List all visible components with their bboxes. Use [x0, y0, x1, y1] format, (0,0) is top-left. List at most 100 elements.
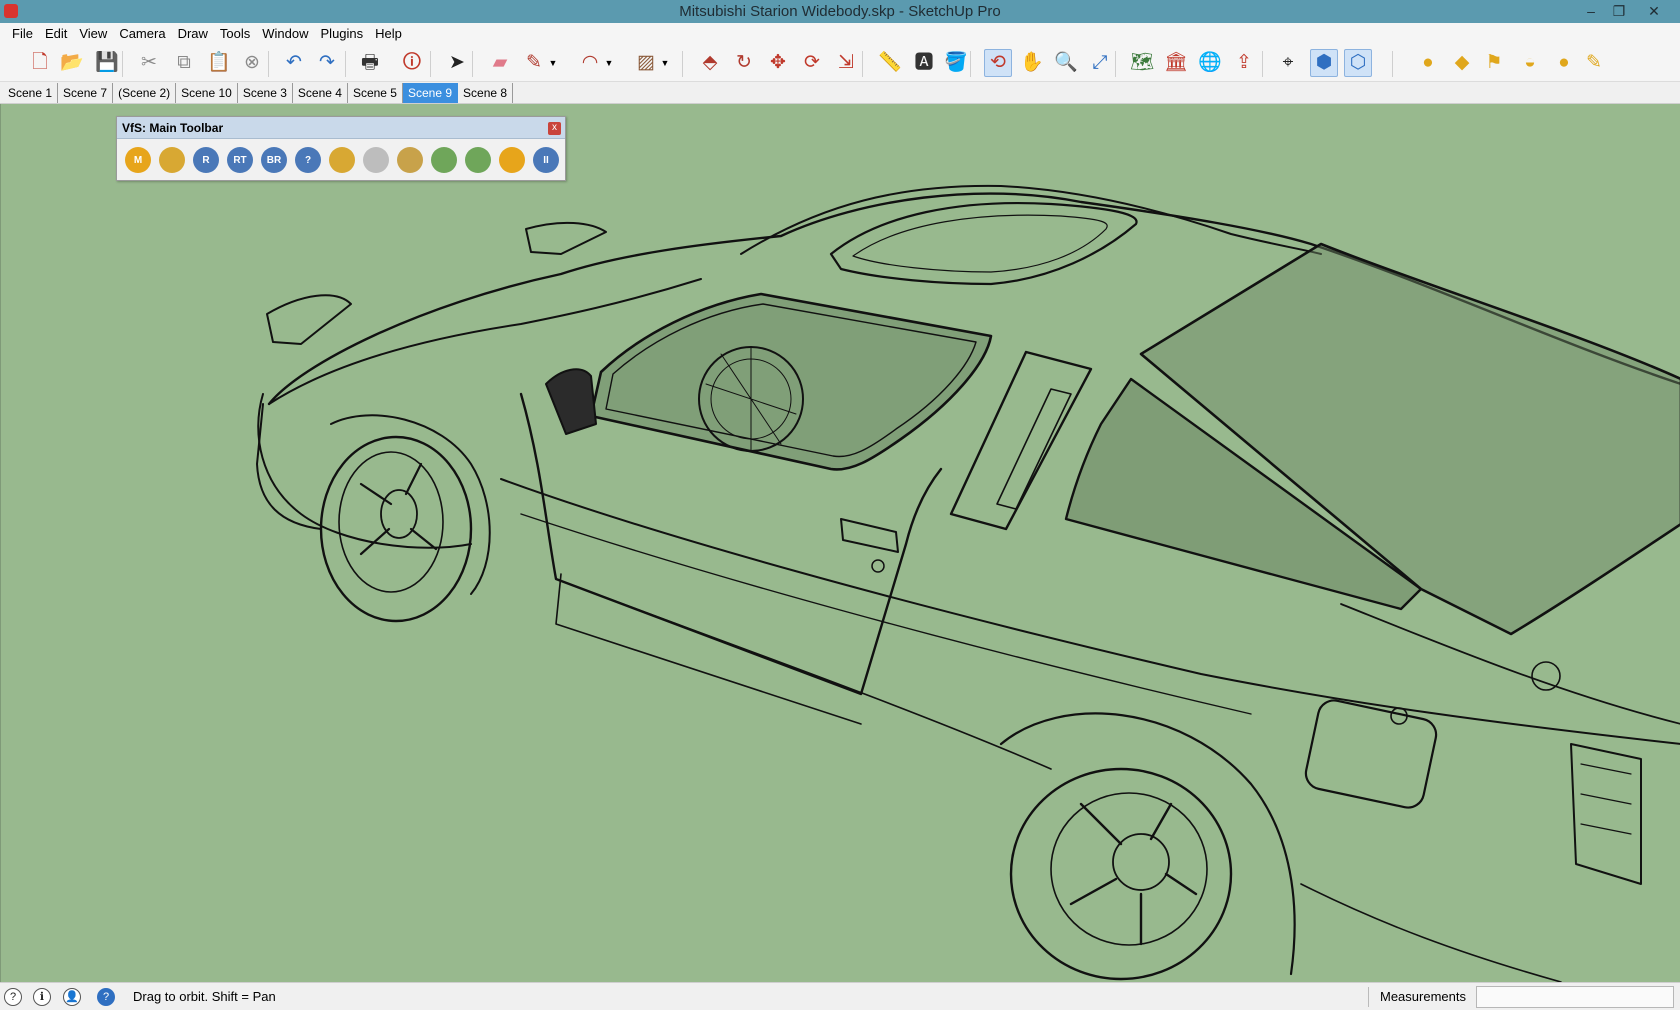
vfs-help-icon[interactable]: ?: [295, 147, 321, 173]
measurements-input[interactable]: [1476, 986, 1674, 1008]
select-icon[interactable]: ➤: [443, 49, 471, 77]
vfs-options-icon[interactable]: [329, 147, 355, 173]
vfs-batch-render-icon[interactable]: BR: [261, 147, 287, 173]
orbit-icon[interactable]: ⟲: [984, 49, 1012, 77]
text-tool-icon[interactable]: 🅰: [910, 49, 938, 77]
toolbar-separator: [472, 51, 473, 77]
dropdown-arrow-icon[interactable]: ▼: [660, 49, 670, 77]
rotate-icon[interactable]: ⟳: [798, 49, 826, 77]
toolbar-separator: [1115, 51, 1116, 77]
position-camera-icon[interactable]: ⌖: [1274, 49, 1302, 77]
tab-scene-2[interactable]: (Scene 2): [113, 83, 177, 103]
model-info-icon[interactable]: 🛈: [398, 49, 426, 77]
close-button[interactable]: ✕: [1641, 1, 1667, 21]
tab-scene-7[interactable]: Scene 7: [58, 83, 114, 103]
rear-hatch-glass: [1139, 242, 1680, 636]
vfs-target-icon[interactable]: [499, 147, 525, 173]
tab-scene-10[interactable]: Scene 10: [176, 83, 238, 103]
title-bar: Mitsubishi Starion Widebody.skp - Sketch…: [0, 0, 1680, 23]
vfs-proxy-import-icon[interactable]: [465, 147, 491, 173]
open-file-icon[interactable]: 📂: [58, 49, 86, 77]
instructor-icon[interactable]: ?: [97, 988, 115, 1006]
menu-view[interactable]: View: [73, 23, 113, 44]
vfs-main-toolbar[interactable]: VfS: Main Toolbar x M R RT BR? II: [116, 116, 566, 181]
geo-location-icon[interactable]: 🗺: [1128, 49, 1156, 77]
main-toolbar: 🗋 📂 💾 ✂ ⧉ 📋 ⊗ ↶ ↷ 🖶 🛈 ➤ ▰ ✎ ◠ ▨ ⬘ ↻ ✥ ⟳ ⇲ 📏 🅰 🪣 ⟲ ✋ 🔍 ⤢ 🗺 🏛 🌐 ⇪ ⌖ ⬢ ⬡ ● ◆ ⚑ ◒ ●…: [0, 44, 1680, 82]
dropdown-arrow-icon[interactable]: ▼: [604, 49, 614, 77]
eraser-icon[interactable]: ▰: [486, 49, 514, 77]
save-icon[interactable]: 💾: [93, 49, 121, 77]
car-model-drawing[interactable]: [1, 104, 1680, 982]
pencil-line-icon[interactable]: ✎: [520, 49, 548, 77]
vfs-render-icon[interactable]: R: [193, 147, 219, 173]
menu-draw[interactable]: Draw: [172, 23, 214, 44]
geo-location-status-icon[interactable]: ?: [4, 988, 22, 1006]
arc-icon[interactable]: ◠: [576, 49, 604, 77]
print-icon[interactable]: 🖶: [356, 49, 384, 77]
toolbar-separator: [862, 51, 863, 77]
zoom-extents-icon[interactable]: ⤢: [1086, 49, 1114, 77]
vfs-tag-icon[interactable]: [159, 147, 185, 173]
new-file-icon[interactable]: 🗋: [26, 49, 54, 77]
erase-selection-icon[interactable]: ⊗: [238, 49, 266, 77]
follow-me-icon[interactable]: ↻: [730, 49, 758, 77]
vfs-material-editor-icon[interactable]: M: [125, 147, 151, 173]
vfs-pause-icon[interactable]: II: [533, 147, 559, 173]
tab-scene-9[interactable]: Scene 9: [402, 83, 459, 103]
vfs-plane-icon[interactable]: [397, 147, 423, 173]
tab-scene-8[interactable]: Scene 8: [458, 83, 514, 103]
paint-icon[interactable]: ✎: [1580, 49, 1608, 77]
front-fender: [257, 393, 472, 549]
credits-icon[interactable]: ℹ: [33, 988, 51, 1006]
tail-light: [1570, 743, 1642, 885]
flag-icon[interactable]: ⚑: [1480, 49, 1508, 77]
view-top-icon[interactable]: ⬡: [1344, 49, 1372, 77]
push-pull-icon[interactable]: ⬘: [696, 49, 724, 77]
menu-window[interactable]: Window: [256, 23, 314, 44]
paste-icon[interactable]: 📋: [205, 49, 233, 77]
sphere-icon[interactable]: ●: [1414, 49, 1442, 77]
dropdown-arrow-icon[interactable]: ▼: [548, 49, 558, 77]
sketchup-window: Mitsubishi Starion Widebody.skp - Sketch…: [0, 0, 1680, 1010]
menu-tools[interactable]: Tools: [214, 23, 256, 44]
copy-icon[interactable]: ⧉: [170, 49, 198, 77]
move-icon[interactable]: ✥: [764, 49, 792, 77]
minimize-button[interactable]: –: [1578, 1, 1604, 21]
tab-scene-1[interactable]: Scene 1: [3, 83, 59, 103]
share-model-icon[interactable]: 🌐: [1196, 49, 1224, 77]
tape-measure-icon[interactable]: 📏: [876, 49, 904, 77]
vfs-proxy-export-icon[interactable]: [431, 147, 457, 173]
user-account-icon[interactable]: 👤: [63, 988, 81, 1006]
restore-button[interactable]: ❐: [1606, 1, 1632, 21]
window-title: Mitsubishi Starion Widebody.skp - Sketch…: [679, 3, 1001, 20]
zoom-icon[interactable]: 🔍: [1052, 49, 1080, 77]
toolbar-separator: [345, 51, 346, 77]
redo-icon[interactable]: ↷: [313, 49, 341, 77]
model-viewport[interactable]: [0, 104, 1680, 982]
dome-icon[interactable]: ◒: [1516, 49, 1544, 77]
pan-icon[interactable]: ✋: [1018, 49, 1046, 77]
cut-icon[interactable]: ✂: [135, 49, 163, 77]
vfs-sphere-icon[interactable]: [363, 147, 389, 173]
menu-file[interactable]: File: [6, 23, 39, 44]
menu-edit[interactable]: Edit: [39, 23, 73, 44]
menu-help[interactable]: Help: [369, 23, 408, 44]
vfs-close-button[interactable]: x: [548, 122, 561, 135]
menu-plugins[interactable]: Plugins: [315, 23, 370, 44]
scale-icon[interactable]: ⇲: [832, 49, 860, 77]
undo-icon[interactable]: ↶: [280, 49, 308, 77]
plane-icon[interactable]: ◆: [1448, 49, 1476, 77]
measurements-label: Measurements: [1380, 989, 1466, 1004]
view-iso-icon[interactable]: ⬢: [1310, 49, 1338, 77]
paint-bucket-icon[interactable]: 🪣: [942, 49, 970, 77]
tab-scene-5[interactable]: Scene 5: [348, 83, 403, 103]
tab-scene-4[interactable]: Scene 4: [293, 83, 348, 103]
menu-camera[interactable]: Camera: [113, 23, 171, 44]
extension-warehouse-icon[interactable]: ⇪: [1230, 49, 1258, 77]
vfs-toolbar-title[interactable]: VfS: Main Toolbar: [117, 117, 565, 139]
rectangle-icon[interactable]: ▨: [632, 49, 660, 77]
vfs-render-rt-icon[interactable]: RT: [227, 147, 253, 173]
tab-scene-3[interactable]: Scene 3: [238, 83, 293, 103]
3d-warehouse-icon[interactable]: 🏛: [1162, 49, 1190, 77]
ball-icon[interactable]: ●: [1550, 49, 1578, 77]
